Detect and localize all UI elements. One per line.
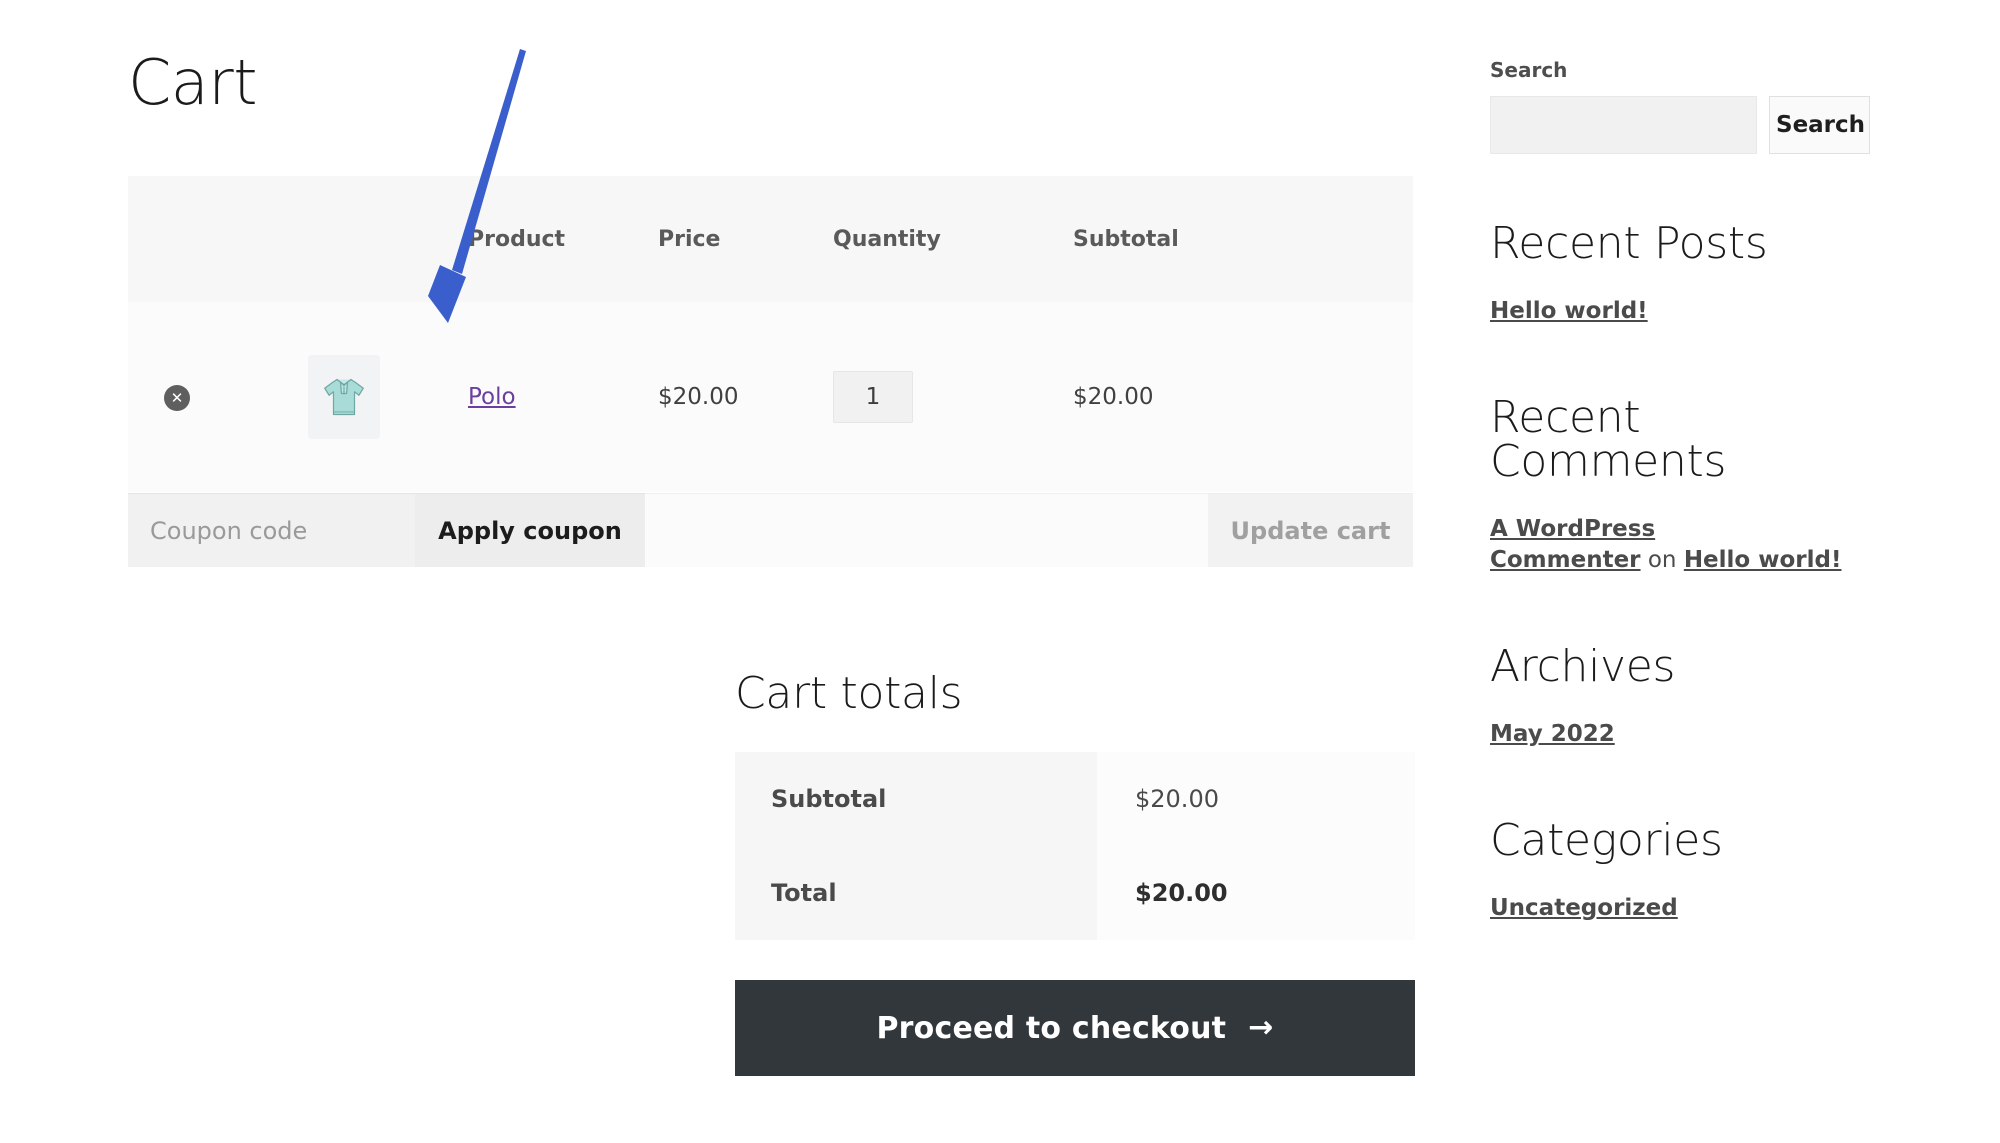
quantity-input[interactable] (833, 371, 913, 423)
search-button[interactable]: Search (1769, 96, 1870, 154)
totals-row-subtotal: Subtotal $20.00 (735, 752, 1415, 846)
column-header-remove (128, 176, 308, 302)
cell-price: $20.00 (658, 384, 739, 410)
totals-label-total: Total (735, 846, 1097, 940)
checkout-button-label: Proceed to checkout (876, 1010, 1227, 1046)
cart-totals-table: Subtotal $20.00 Total $20.00 (735, 752, 1415, 940)
cart-totals-title: Cart totals (735, 668, 963, 719)
cart-table: Product Price Quantity Subtotal ✕ Polo $… (128, 176, 1413, 492)
page-title: Cart (128, 46, 258, 119)
recent-posts-title: Recent Posts (1490, 218, 1768, 269)
cell-product: Polo (468, 302, 658, 492)
archive-link-may-2022[interactable]: May 2022 (1490, 721, 1615, 747)
comment-on-text (1641, 547, 1648, 573)
recent-posts-list: Hello world! (1490, 296, 1890, 328)
search-widget: Search Search (1490, 0, 1890, 154)
totals-value-subtotal: $20.00 (1097, 752, 1415, 846)
arrow-right-icon: → (1248, 1010, 1274, 1045)
cart-table-head: Product Price Quantity Subtotal (128, 176, 1413, 302)
cart-table-body: ✕ Polo $20.00 1 $20.00 (128, 302, 1413, 492)
archives-title: Archives (1490, 641, 1676, 693)
cart-table-header-row: Product Price Quantity Subtotal (128, 176, 1413, 302)
cell-quantity (833, 302, 1073, 492)
apply-coupon-button[interactable]: Apply coupon (415, 493, 645, 567)
cell-remove: ✕ (128, 302, 308, 492)
update-cart-button[interactable]: Update cart (1208, 493, 1413, 567)
cell-subtotal: $20.00 (1073, 384, 1154, 410)
recent-comments-list: A WordPress Commenter on Hello world! (1490, 514, 1890, 577)
categories-widget: Categories Uncategorized (1490, 814, 1890, 925)
sidebar: Search Search Recent Posts Hello world! … (1490, 0, 1890, 935)
column-header-price: Price (658, 226, 721, 252)
search-label: Search (1490, 58, 1568, 82)
product-thumbnail[interactable] (308, 355, 380, 439)
recent-comments-widget: Recent Comments A WordPress Commenter on… (1490, 391, 1890, 577)
search-input[interactable] (1490, 96, 1757, 154)
comment-space (1677, 547, 1684, 573)
column-header-quantity: Quantity (833, 226, 941, 252)
categories-title: Categories (1490, 814, 1723, 866)
comment-author-link[interactable]: A WordPress Commenter (1490, 516, 1655, 574)
list-item: Uncategorized (1490, 893, 1890, 925)
remove-x-icon[interactable]: ✕ (164, 385, 190, 412)
comment-post-link[interactable]: Hello world! (1684, 547, 1842, 573)
search-row: Search (1490, 96, 1890, 154)
product-name-link[interactable]: Polo (468, 384, 516, 410)
recent-post-link[interactable]: Hello world! (1490, 298, 1648, 324)
category-link-uncategorized[interactable]: Uncategorized (1490, 895, 1678, 921)
proceed-to-checkout-button[interactable]: Proceed to checkout → (735, 980, 1415, 1076)
list-item: Hello world! (1490, 296, 1890, 328)
cart-page: Cart Product Price Quantity Subtotal ✕ P… (0, 0, 2000, 1143)
categories-list: Uncategorized (1490, 893, 1890, 925)
comment-on-word: on (1647, 547, 1677, 574)
totals-label-subtotal: Subtotal (735, 752, 1097, 846)
cell-thumbnail (308, 302, 468, 492)
column-header-subtotal: Subtotal (1073, 226, 1179, 252)
recent-comments-title: Recent Comments (1490, 391, 1727, 487)
coupon-row: Apply coupon Update cart (128, 493, 1413, 567)
archives-widget: Archives May 2022 (1490, 645, 1890, 751)
column-header-thumbnail (308, 176, 468, 302)
coupon-row-spacer (645, 493, 1208, 567)
column-header-product: Product (468, 226, 566, 252)
polo-shirt-icon (324, 378, 364, 416)
totals-value-total: $20.00 (1097, 846, 1415, 940)
table-row: ✕ Polo $20.00 1 $20.00 (128, 302, 1413, 492)
totals-row-total: Total $20.00 (735, 846, 1415, 940)
cart-totals-section: Cart totals Subtotal $20.00 Total $20.00… (735, 672, 1415, 1076)
coupon-code-input[interactable] (128, 493, 415, 567)
cart-totals-body: Subtotal $20.00 Total $20.00 (735, 752, 1415, 940)
cart-main-column: Cart Product Price Quantity Subtotal ✕ P… (128, 0, 1413, 567)
list-item: May 2022 (1490, 719, 1890, 751)
list-item: A WordPress Commenter on Hello world! (1490, 514, 1890, 577)
recent-posts-widget: Recent Posts Hello world! (1490, 222, 1890, 328)
archives-list: May 2022 (1490, 719, 1890, 751)
